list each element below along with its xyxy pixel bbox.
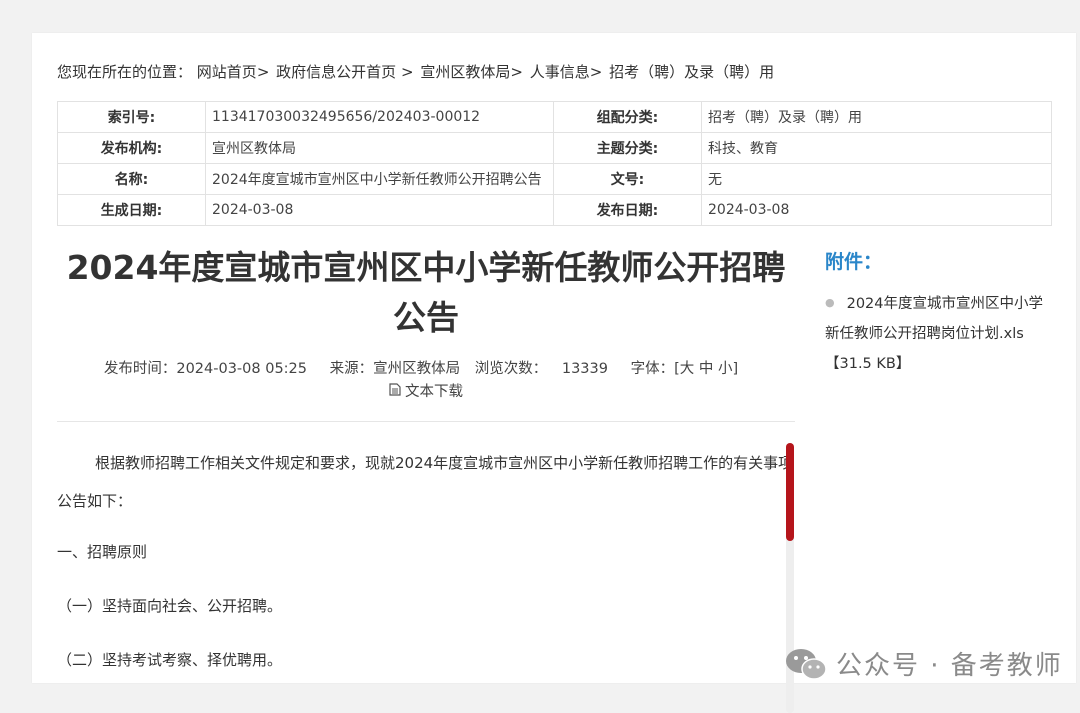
breadcrumb: 您现在所在的位置： 网站首页> 政府信息公开首页 > 宣州区教体局> 人事信息>… [57, 63, 775, 81]
font-small-link[interactable]: 小 [718, 361, 733, 377]
divider [57, 421, 795, 422]
article: 2024年度宣城市宣州区中小学新任教师公开招聘公告 发布时间：2024-03-0… [57, 243, 795, 680]
paragraph: （二）坚持考试考察、择优聘用。 [57, 651, 283, 669]
font-label: 字体：[ [630, 361, 680, 377]
article-title: 2024年度宣城市宣州区中小学新任教师公开招聘公告 [66, 248, 786, 337]
wechat-icon [786, 648, 827, 680]
paragraph: 根据教师招聘工作相关文件规定和要求，现就2024年度宣城市宣州区中小学新任教师招… [57, 454, 794, 510]
breadcrumb-home-link[interactable]: 网站首页 [197, 63, 257, 81]
font-close: ] [732, 361, 739, 377]
breadcrumb-gov-info-link[interactable]: 政府信息公开首页 [276, 63, 396, 81]
source: 来源：宣州区教体局 [329, 361, 461, 377]
docno-label: 文号: [553, 163, 702, 195]
article-info: 发布时间：2024-03-08 05:25 来源：宣州区教体局 浏览次数： 13… [57, 357, 795, 378]
topic-value: 科技、教育 [701, 132, 1052, 164]
table-row: 生成日期: 2024-03-08 发布日期: 2024-03-08 [57, 194, 1052, 226]
category-label: 组配分类: [553, 101, 702, 133]
font-large-link[interactable]: 大 [680, 361, 695, 377]
name-label: 名称: [57, 163, 206, 195]
attachment-item[interactable]: ● 2024年度宣城市宣州区中小学新任教师公开招聘岗位计划.xls【31.5 KB… [825, 288, 1055, 379]
category-value: 招考（聘）及录（聘）用 [701, 101, 1052, 133]
publisher-value: 宣州区教体局 [205, 132, 554, 164]
views-label: 浏览次数： [474, 361, 548, 377]
table-row: 索引号: 113417030032495656/202403-00012 组配分… [57, 101, 1052, 133]
table-row: 发布机构: 宣州区教体局 主题分类: 科技、教育 [57, 132, 1052, 164]
breadcrumb-bureau-link[interactable]: 宣州区教体局 [420, 63, 510, 81]
font-medium-link[interactable]: 中 [699, 361, 714, 377]
watermark: 公众号 · 备考教师 [784, 645, 1063, 682]
created-value: 2024-03-08 [205, 194, 554, 226]
watermark-text: 公众号 · 备考教师 [836, 651, 1063, 681]
download-label: 文本下载 [405, 384, 463, 400]
paragraph: （一）坚持面向社会、公开招聘。 [57, 597, 283, 615]
topic-label: 主题分类: [553, 132, 702, 164]
section-heading: 一、招聘原则 [57, 543, 148, 561]
views-count: 13339 [561, 361, 608, 377]
table-row: 名称: 2024年度宣城市宣州区中小学新任教师公开招聘公告 文号: 无 [57, 163, 1052, 195]
publish-time: 发布时间：2024-03-08 05:25 [103, 361, 308, 377]
docno-value: 无 [701, 163, 1052, 195]
name-value: 2024年度宣城市宣州区中小学新任教师公开招聘公告 [205, 163, 554, 195]
publisher-label: 发布机构: [57, 132, 206, 164]
page-container: 您现在所在的位置： 网站首页> 政府信息公开首页 > 宣州区教体局> 人事信息>… [32, 33, 1076, 713]
breadcrumb-recruit-link[interactable]: 招考（聘）及录（聘）用 [609, 63, 774, 81]
bullet-icon: ● [825, 296, 835, 309]
document-icon [389, 383, 401, 399]
breadcrumb-personnel-link[interactable]: 人事信息 [530, 63, 590, 81]
attachment-link[interactable]: 2024年度宣城市宣州区中小学新任教师公开招聘岗位计划.xls【31.5 KB】 [825, 296, 1043, 372]
scrollbar-thumb[interactable] [786, 443, 794, 541]
attachments-title: 附件： [825, 251, 883, 273]
info-table: 索引号: 113417030032495656/202403-00012 组配分… [57, 101, 1052, 226]
article-body: 根据教师招聘工作相关文件规定和要求，现就2024年度宣城市宣州区中小学新任教师招… [57, 444, 795, 680]
breadcrumb-prefix: 您现在所在的位置： [57, 63, 193, 81]
pubdate-label: 发布日期: [553, 194, 702, 226]
pubdate-value: 2024-03-08 [701, 194, 1052, 226]
attachments-panel: 附件： ● 2024年度宣城市宣州区中小学新任教师公开招聘岗位计划.xls【31.… [825, 247, 1055, 379]
created-label: 生成日期: [57, 194, 206, 226]
download-link[interactable]: 文本下载 [57, 380, 795, 401]
index-label: 索引号: [57, 101, 206, 133]
index-value: 113417030032495656/202403-00012 [205, 101, 554, 133]
